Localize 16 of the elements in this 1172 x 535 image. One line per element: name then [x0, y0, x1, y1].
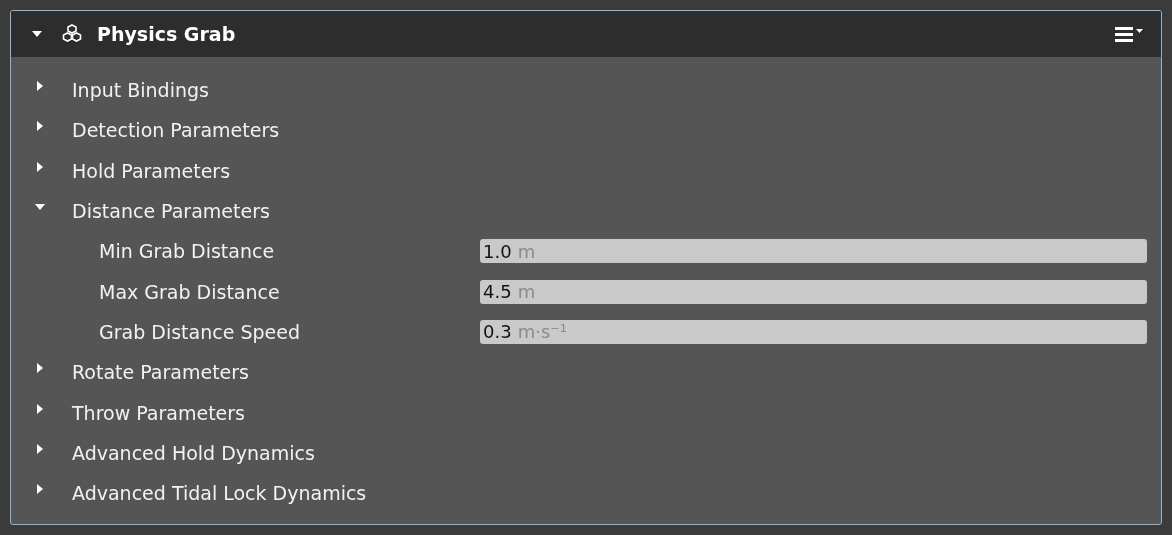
section-label[interactable]: Hold Parameters: [72, 159, 231, 182]
number-field[interactable]: 4.5 m: [480, 279, 1147, 304]
number-field[interactable]: 1.0 m: [480, 239, 1147, 264]
section-label[interactable]: Input Bindings: [72, 79, 209, 102]
section-label[interactable]: Detection Parameters: [72, 119, 280, 142]
section-label[interactable]: Rotate Parameters: [72, 361, 249, 384]
section-label[interactable]: Distance Parameters: [72, 200, 270, 223]
menu-icon[interactable]: [1115, 26, 1145, 42]
panel-title: Physics Grab: [97, 23, 236, 45]
number-field[interactable]: 0.3 m·s⁻¹: [480, 319, 1147, 344]
section-label[interactable]: Advanced Tidal Lock Dynamics: [72, 482, 367, 505]
section-label[interactable]: Advanced Hold Dynamics: [72, 441, 315, 464]
section-label[interactable]: Throw Parameters: [72, 401, 245, 424]
property-label: Grab Distance Speed: [99, 320, 301, 343]
property-label: Max Grab Distance: [99, 280, 281, 303]
property-label: Min Grab Distance: [99, 240, 276, 263]
